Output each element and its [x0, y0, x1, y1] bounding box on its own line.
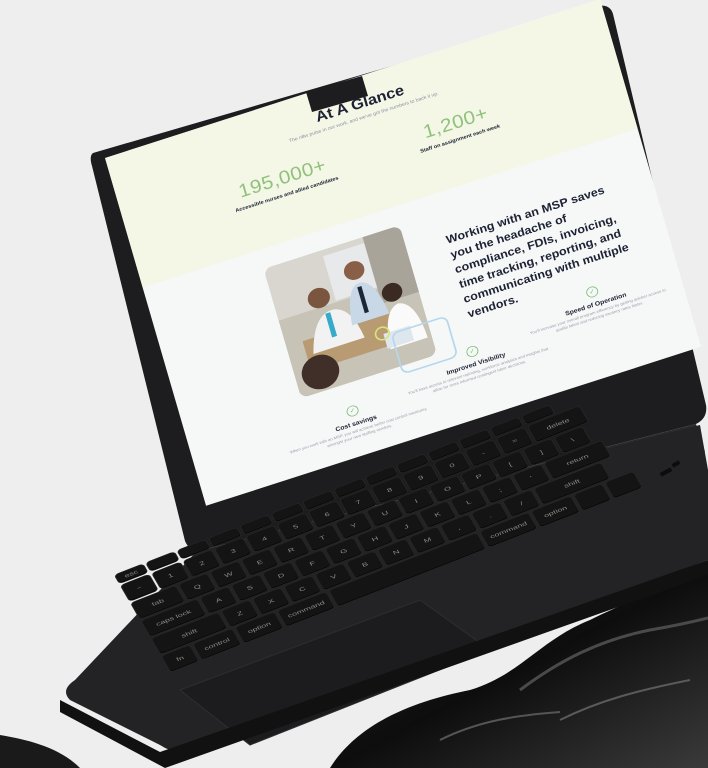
product-scene: At A Glance The n8w pulse in our work, a… [0, 0, 708, 768]
